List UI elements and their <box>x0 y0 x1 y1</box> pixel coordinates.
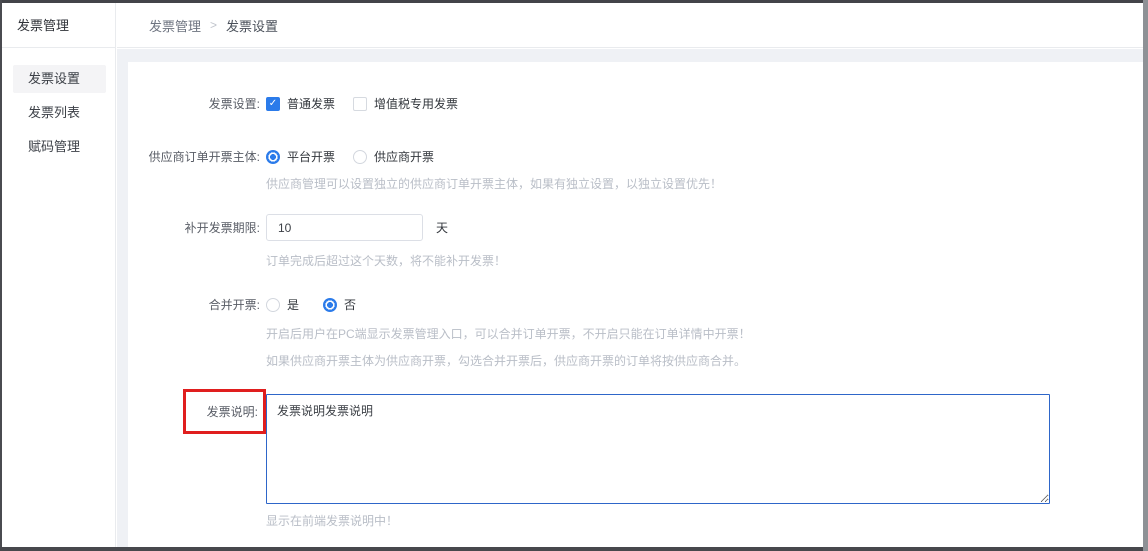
merge-invoice-helper-text-1: 开启后用户在PC端显示发票管理入口，可以合并订单开票，不开启只能在订单详情中开票… <box>266 325 751 342</box>
sidebar-menu: 发票设置 发票列表 赋码管理 <box>2 48 115 161</box>
invoice-note-helper-text: 显示在前端发票说明中！ <box>266 512 398 529</box>
radio-option-platform-invoicing[interactable]: 平台开票 <box>266 148 335 165</box>
merge-yes-radio-label: 是 <box>287 296 299 313</box>
supplier-subject-helper-text: 供应商管理可以设置独立的供应商订单开票主体，如果有独立设置，以独立设置优先！ <box>266 175 722 192</box>
merge-invoice-helper-text-2: 如果供应商开票主体为供应商开票，勾选合并开票后，供应商开票的订单将按供应商合并。 <box>266 352 746 369</box>
radio-option-merge-no[interactable]: 否 <box>323 296 356 313</box>
red-annotation-box: 发票说明: <box>183 389 266 434</box>
sidebar-title: 发票管理 <box>2 3 115 48</box>
radio-option-merge-yes[interactable]: 是 <box>266 296 299 313</box>
check-icon: ✓ <box>269 99 277 109</box>
row-reissue-period: 补开发票期限: 天 <box>128 214 448 241</box>
invoice-settings-form: 发票设置: ✓ 普通发票 ✓ 增值税专用发票 供应商订单开票主体: 平台开票 <box>128 62 1143 551</box>
reissue-period-label: 补开发票期限: <box>128 219 260 236</box>
reissue-period-input[interactable] <box>266 214 423 241</box>
reissue-period-helper-text: 订单完成后超过这个天数，将不能补开发票！ <box>266 252 506 269</box>
window-left-edge <box>0 0 2 551</box>
sidebar: 发票管理 发票设置 发票列表 赋码管理 <box>2 3 116 547</box>
supplier-subject-label: 供应商订单开票主体: <box>128 148 260 165</box>
supplier-invoicing-radio[interactable] <box>353 150 367 164</box>
merge-invoice-label: 合并开票: <box>128 296 260 313</box>
breadcrumb-separator-icon: > <box>210 18 217 32</box>
checkbox-option-regular-invoice[interactable]: ✓ 普通发票 <box>266 95 335 112</box>
merge-yes-radio[interactable] <box>266 298 280 312</box>
breadcrumb-item-invoice-management[interactable]: 发票管理 <box>149 16 201 35</box>
platform-invoicing-radio[interactable] <box>266 150 280 164</box>
invoice-type-label: 发票设置: <box>128 95 260 112</box>
breadcrumb-item-invoice-settings: 发票设置 <box>226 16 278 35</box>
vat-invoice-checkbox[interactable]: ✓ <box>353 97 367 111</box>
row-supplier-subject: 供应商订单开票主体: 平台开票 供应商开票 <box>128 148 434 165</box>
window-right-edge[interactable] <box>1143 0 1148 551</box>
app-window: 发票管理 发票设置 发票列表 赋码管理 发票管理 > 发票设置 发票设置: ✓ … <box>0 0 1148 551</box>
sidebar-item-invoice-settings[interactable]: 发票设置 <box>13 65 106 93</box>
supplier-invoicing-radio-label: 供应商开票 <box>374 148 434 165</box>
reissue-period-unit: 天 <box>436 219 448 236</box>
checkbox-option-vat-invoice[interactable]: ✓ 增值税专用发票 <box>353 95 458 112</box>
radio-option-supplier-invoicing[interactable]: 供应商开票 <box>353 148 434 165</box>
invoice-note-label: 发票说明: <box>207 403 258 420</box>
platform-invoicing-radio-label: 平台开票 <box>287 148 335 165</box>
row-invoice-type: 发票设置: ✓ 普通发票 ✓ 增值税专用发票 <box>128 95 458 112</box>
merge-no-radio-label: 否 <box>344 296 356 313</box>
invoice-note-textarea[interactable]: 发票说明发票说明 <box>266 394 1050 504</box>
row-merge-invoice: 合并开票: 是 否 <box>128 296 356 313</box>
window-bottom-edge <box>0 547 1148 551</box>
merge-no-radio[interactable] <box>323 298 337 312</box>
regular-invoice-checkbox-label: 普通发票 <box>287 95 335 112</box>
sidebar-item-code-management[interactable]: 赋码管理 <box>13 133 106 161</box>
vat-invoice-checkbox-label: 增值税专用发票 <box>374 95 458 112</box>
window-top-edge <box>0 0 1148 3</box>
sidebar-item-invoice-list[interactable]: 发票列表 <box>13 99 106 127</box>
topbar: 发票管理 > 发票设置 <box>117 3 1143 48</box>
regular-invoice-checkbox[interactable]: ✓ <box>266 97 280 111</box>
